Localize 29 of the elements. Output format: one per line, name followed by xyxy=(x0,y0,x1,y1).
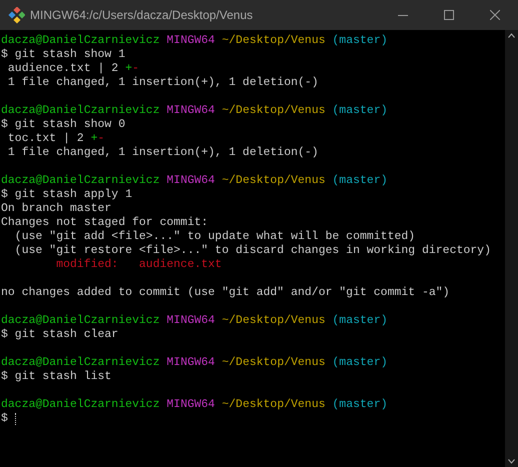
terminal-line: On branch master xyxy=(1,202,112,216)
terminal-line: dacza@DanielCzarnievicz MINGW64 ~/Desktop/Venus (master) xyxy=(1,398,388,412)
terminal-line: $ git stash list xyxy=(1,370,112,384)
window-title: MINGW64:/c/Users/dacza/Desktop/Venus xyxy=(30,7,253,24)
terminal-line: 1 file changed, 1 insertion(+), 1 deletion(-) xyxy=(6,76,318,90)
diamond-logo-icon xyxy=(8,6,25,24)
scroll-down-icon[interactable] xyxy=(508,459,515,464)
terminal-line: $ git stash apply 1 xyxy=(1,188,132,202)
maximize-icon xyxy=(444,10,454,20)
terminal-line: audience.txt | 2 +- xyxy=(6,62,140,76)
scroll-up-icon[interactable] xyxy=(508,33,515,38)
close-icon xyxy=(490,10,500,20)
terminal-line: (use "git add <file>..." to update what will be committed) xyxy=(14,230,416,244)
terminal-line: (use "git restore <file>..." to discard changes in working directory) xyxy=(14,244,491,258)
terminal-line: $ git stash clear xyxy=(1,328,118,342)
terminal-line: $ git stash show 0 xyxy=(1,118,126,132)
terminal-line: dacza@DanielCzarnievicz MINGW64 ~/Desktop/Venus (master) xyxy=(1,34,388,48)
terminal-line: Changes not staged for commit: xyxy=(1,216,208,230)
terminal-line: dacza@DanielCzarnievicz MINGW64 ~/Desktop/Venus (master) xyxy=(1,314,388,328)
scrollbar[interactable] xyxy=(505,30,518,467)
terminal-line: modified: audience.txt xyxy=(55,258,222,272)
terminal-line: no changes added to commit (use "git add" and/or "git commit -a") xyxy=(1,286,450,300)
terminal-line: $ git stash show 1 xyxy=(1,48,126,62)
terminal-line: $ xyxy=(1,412,8,426)
terminal-line: dacza@DanielCzarnievicz MINGW64 ~/Desktop/Venus (master) xyxy=(1,104,388,118)
terminal-line: dacza@DanielCzarnievicz MINGW64 ~/Desktop/Venus (master) xyxy=(1,356,388,370)
terminal-line: 1 file changed, 1 insertion(+), 1 deletion(-) xyxy=(6,146,318,160)
terminal-line: toc.txt | 2 +- xyxy=(6,132,105,146)
terminal-line: dacza@DanielCzarnievicz MINGW64 ~/Desktop/Venus (master) xyxy=(1,174,388,188)
